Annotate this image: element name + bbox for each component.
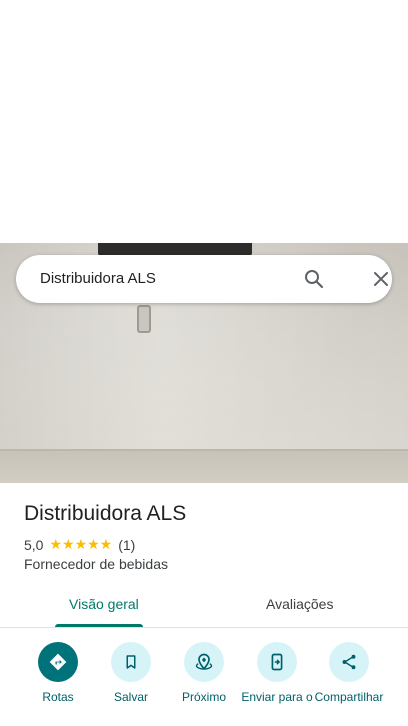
close-icon[interactable] (369, 267, 393, 291)
directions-icon (38, 642, 78, 682)
place-title: Distribuidora ALS (24, 502, 187, 525)
directions-label: Rotas (42, 690, 74, 704)
tab-bar: Visão geral Avaliações (0, 588, 408, 628)
nearby-icon (184, 642, 224, 682)
send-to-phone-button[interactable]: Enviar para o (241, 642, 313, 704)
search-input[interactable]: Distribuidora ALS (40, 270, 156, 287)
rating-row[interactable]: 5,0 ★★★★★ (1) (24, 536, 135, 553)
tab-indicator (55, 624, 143, 627)
photo-floor (0, 451, 408, 483)
map-area[interactable] (0, 0, 408, 243)
search-bar[interactable]: Distribuidora ALS (16, 255, 392, 303)
action-bar: Rotas Salvar Próximo Enviar para o Compa… (0, 640, 408, 726)
review-count[interactable]: (1) (118, 537, 135, 553)
rating-value: 5,0 (24, 536, 44, 553)
save-button[interactable]: Salvar (95, 642, 167, 704)
send-to-phone-icon (257, 642, 297, 682)
directions-button[interactable]: Rotas (22, 642, 94, 704)
share-button[interactable]: Compartilhar (313, 642, 385, 704)
save-label: Salvar (113, 690, 148, 704)
share-label: Compartilhar (314, 690, 384, 704)
place-category: Fornecedor de bebidas (24, 556, 168, 572)
share-icon (329, 642, 369, 682)
photo-wall-fixture (137, 305, 151, 333)
star-rating-icon: ★★★★★ (49, 536, 113, 552)
bookmark-icon (111, 642, 151, 682)
tab-overview[interactable]: Visão geral (69, 596, 139, 612)
search-icon[interactable] (302, 267, 326, 291)
send-to-phone-label: Enviar para o (241, 690, 313, 704)
tab-reviews[interactable]: Avaliações (266, 596, 333, 612)
nearby-label: Próximo (181, 690, 226, 704)
nearby-button[interactable]: Próximo (168, 642, 240, 704)
